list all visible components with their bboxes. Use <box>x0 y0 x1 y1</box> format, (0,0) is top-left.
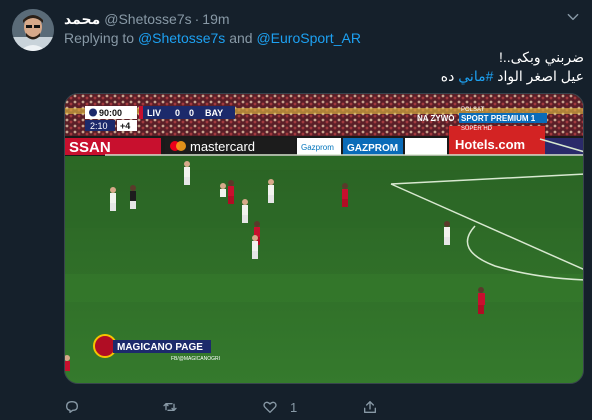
tweet-text-suffix: ده <box>440 68 459 84</box>
ad-mastercard: mastercard <box>190 139 255 154</box>
timestamp[interactable]: 19m <box>202 11 229 27</box>
channel-broadcaster: NA ZYWO <box>417 114 454 123</box>
avatar-image <box>12 9 54 51</box>
chevron-down-icon[interactable] <box>566 10 580 24</box>
match-clock: 90:00 <box>99 108 122 118</box>
reply-mention-shetosse7s[interactable]: @Shetosse7s <box>138 30 225 46</box>
player <box>342 183 348 207</box>
reply-and: and <box>229 30 253 46</box>
channel-flag: POLSAT <box>461 107 485 113</box>
player <box>220 183 226 197</box>
away-score: 0 <box>189 108 194 118</box>
away-team: BAY <box>205 108 223 118</box>
retweet-button[interactable] <box>162 398 190 416</box>
ad-left: SSAN <box>69 139 111 156</box>
heart-icon <box>263 401 277 413</box>
separator-dot: · <box>194 11 200 27</box>
player <box>242 199 248 223</box>
share-icon <box>364 401 376 413</box>
player <box>268 179 274 203</box>
player <box>444 221 450 245</box>
channel-name: SPORT PREMIUM 1 <box>461 114 536 123</box>
tweet-text: ضربني وبكى..! عيل اصغر الواد #ماني ده <box>64 48 584 86</box>
avatar[interactable] <box>12 9 54 51</box>
player <box>110 187 116 211</box>
replying-to: Replying to @Shetosse7s and @EuroSport_A… <box>64 30 361 46</box>
tweet-text-line-1: ضربني وبكى..! <box>498 49 584 65</box>
magicano-logo <box>93 334 117 358</box>
hashtag-link[interactable]: #ماني <box>458 68 493 84</box>
home-score: 0 <box>175 108 180 118</box>
reply-button[interactable] <box>64 398 92 416</box>
player <box>228 180 234 204</box>
tweet-media[interactable]: SSAN mastercard Gazprom GAZPROM Hotels.c… <box>64 93 584 384</box>
added-minutes: +4 <box>120 121 130 131</box>
watermark-sub: FB/@MAGICANOGRI <box>171 356 220 362</box>
reply-mention-eurosport-ar[interactable]: @EuroSport_AR <box>256 30 360 46</box>
like-count: 1 <box>290 399 298 415</box>
home-team: LIV <box>147 108 161 118</box>
player <box>184 161 190 185</box>
ad-hotels: Hotels.com <box>455 137 525 152</box>
reply-prefix: Replying to <box>64 30 135 46</box>
display-name[interactable]: محمد <box>64 11 100 28</box>
match-frame: SSAN mastercard Gazprom GAZPROM Hotels.c… <box>65 94 583 383</box>
tweet-text-prefix: عيل اصغر الواد <box>493 68 584 84</box>
player <box>130 185 136 209</box>
tweet-header: محمد @Shetosse7s · 19m <box>64 10 230 28</box>
tweet-text-line-2: عيل اصغر الواد #ماني ده <box>64 67 584 86</box>
tweet[interactable]: محمد @Shetosse7s · 19m Replying to @Shet… <box>0 0 592 420</box>
player <box>252 235 258 259</box>
share-button[interactable] <box>362 398 390 416</box>
ad-gazprom-1: Gazprom <box>301 143 334 152</box>
user-handle[interactable]: @Shetosse7s <box>104 11 191 27</box>
ad-gazprom-2: GAZPROM <box>347 143 398 154</box>
retweet-icon <box>163 403 177 411</box>
player <box>65 355 70 371</box>
tweet-actions: 1 <box>64 398 504 416</box>
like-button[interactable]: 1 <box>262 398 297 416</box>
reply-icon <box>66 401 78 413</box>
added-time: 2:10 <box>90 121 108 131</box>
watermark-name: MAGICANO PAGE <box>117 342 203 353</box>
channel-sub: SUPER HD <box>461 126 493 132</box>
